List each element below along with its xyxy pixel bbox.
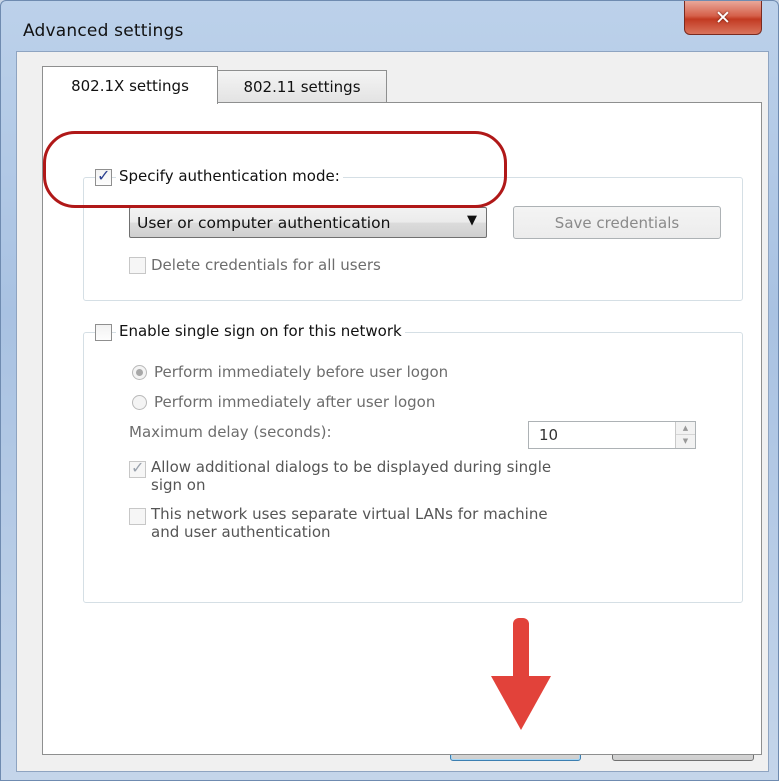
before-logon-radio[interactable] <box>132 365 147 380</box>
delete-credentials-checkbox[interactable] <box>129 257 146 274</box>
separate-vlans-label-line1: This network uses separate virtual LANs … <box>151 505 548 523</box>
separate-vlans-label-line2: and user authentication <box>151 523 331 541</box>
max-delay-value: 10 <box>539 426 559 444</box>
max-delay-label: Maximum delay (seconds): <box>129 423 332 441</box>
after-logon-radio[interactable] <box>132 395 147 410</box>
separate-vlans-checkbox[interactable] <box>129 508 146 525</box>
allow-dialogs-label-line1: Allow additional dialogs to be displayed… <box>151 458 552 476</box>
enable-sso-checkbox[interactable] <box>95 324 112 341</box>
dialog-client-area: 802.1X settings 802.11 settings Specify … <box>16 51 769 772</box>
allow-dialogs-checkbox[interactable] <box>129 458 146 478</box>
auth-mode-value: User or computer authentication <box>137 213 391 232</box>
window-title: Advanced settings <box>23 21 184 41</box>
auth-mode-dropdown[interactable]: User or computer authentication ▼ <box>129 207 487 238</box>
close-button[interactable]: ✕ <box>684 1 762 35</box>
title-bar[interactable]: Advanced settings ✕ <box>1 1 778 51</box>
specify-auth-mode-label: Specify authentication mode: <box>116 167 343 185</box>
max-delay-spinner[interactable]: 10 ▲ ▼ <box>528 421 696 449</box>
tab-802-11-settings[interactable]: 802.11 settings <box>217 70 387 102</box>
authentication-group <box>83 177 743 301</box>
tab-802-1x-settings[interactable]: 802.1X settings <box>42 66 218 104</box>
after-logon-label: Perform immediately after user logon <box>154 393 436 411</box>
tab-panel: Specify authentication mode: User or com… <box>42 102 762 755</box>
specify-auth-mode-checkbox[interactable] <box>95 166 112 186</box>
spin-up-icon[interactable]: ▲ <box>676 422 695 435</box>
save-credentials-button[interactable]: Save credentials <box>513 206 721 239</box>
before-logon-label: Perform immediately before user logon <box>154 363 449 381</box>
spinner-buttons: ▲ ▼ <box>675 422 695 448</box>
dropdown-arrow-icon: ▼ <box>467 213 477 228</box>
close-icon: ✕ <box>715 6 731 29</box>
delete-credentials-label: Delete credentials for all users <box>151 256 381 274</box>
enable-sso-label: Enable single sign on for this network <box>116 322 405 340</box>
advanced-settings-window: Advanced settings ✕ 802.1X settings 802.… <box>0 0 779 781</box>
red-arrow-annotation <box>491 618 551 730</box>
allow-dialogs-label-line2: sign on <box>151 476 206 494</box>
spin-down-icon[interactable]: ▼ <box>676 435 695 448</box>
